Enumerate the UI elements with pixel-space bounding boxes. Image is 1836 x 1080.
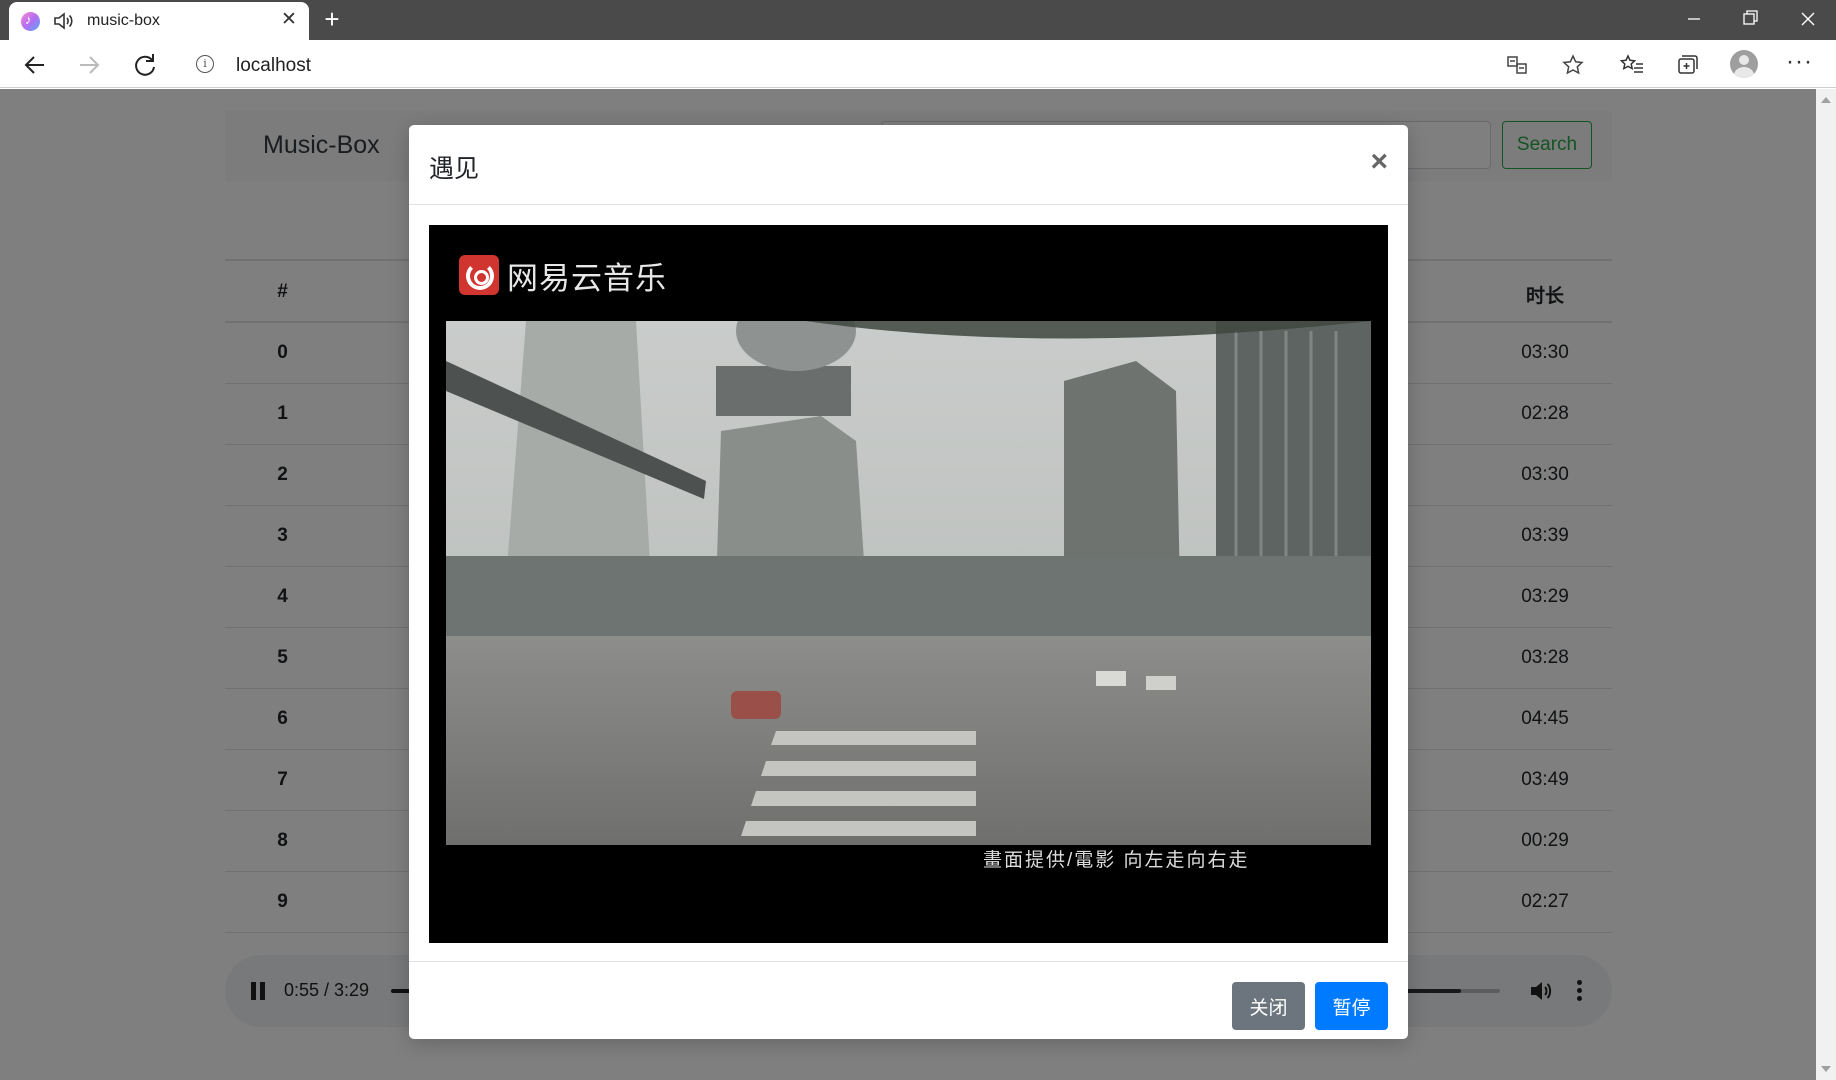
url-text[interactable]: localhost <box>236 55 311 77</box>
video-modal: 遇见 × 网易云音乐 畫面提供/電影 向左走向右走 关闭 暂停 <box>409 125 1408 1039</box>
window-minimize-button[interactable] <box>1666 0 1722 38</box>
page-scrollbar[interactable] <box>1816 89 1836 1080</box>
netease-music-logo-icon <box>459 255 499 295</box>
favorite-star-icon[interactable] <box>1561 53 1585 77</box>
page-content: Music-Box Search # 时长 003:30102:28203:30… <box>0 89 1816 1080</box>
modal-close-icon[interactable]: × <box>1370 147 1388 177</box>
window-restore-button[interactable] <box>1722 0 1778 38</box>
restore-icon <box>1743 10 1758 25</box>
window-close-button[interactable] <box>1780 0 1836 38</box>
browser-tab-strip: music-box ✕ + <box>0 0 1836 40</box>
translate-icon[interactable] <box>1505 53 1529 77</box>
modal-title: 遇见 <box>429 155 480 183</box>
tab-audio-playing-icon[interactable] <box>52 10 74 32</box>
collections-icon[interactable] <box>1674 52 1700 78</box>
tab-title: music-box <box>87 12 160 29</box>
modal-header: 遇见 × <box>409 125 1408 205</box>
scroll-up-arrow-icon[interactable] <box>1821 97 1831 103</box>
close-button[interactable]: 关闭 <box>1232 982 1305 1030</box>
forward-arrow-icon[interactable] <box>72 48 106 82</box>
video-caption: 畫面提供/電影 向左走向右走 <box>983 850 1250 871</box>
minimize-icon <box>1688 18 1700 20</box>
music-favicon-icon <box>21 12 40 31</box>
favorites-list-icon[interactable] <box>1619 52 1645 78</box>
modal-footer: 关闭 暂停 <box>409 961 1408 1039</box>
browser-menu-icon[interactable]: ··· <box>1786 48 1813 76</box>
tab-close-icon[interactable]: ✕ <box>277 8 301 32</box>
browser-tab[interactable]: music-box ✕ <box>9 2 309 40</box>
pause-button[interactable]: 暂停 <box>1315 982 1388 1030</box>
back-arrow-icon[interactable] <box>18 48 52 82</box>
video-watermark: 网易云音乐 <box>507 261 667 296</box>
video-player[interactable]: 网易云音乐 畫面提供/電影 向左走向右走 <box>429 225 1388 943</box>
refresh-icon[interactable] <box>128 48 162 82</box>
site-info-icon[interactable]: i <box>196 55 214 73</box>
address-bar: i localhost ··· <box>0 40 1836 88</box>
omnibox[interactable]: i localhost <box>180 44 1596 84</box>
profile-avatar[interactable] <box>1730 50 1758 78</box>
video-frame-street-scene <box>446 321 1371 845</box>
scroll-down-arrow-icon[interactable] <box>1821 1066 1831 1072</box>
close-window-icon <box>1801 12 1815 26</box>
new-tab-button[interactable]: + <box>316 4 348 36</box>
